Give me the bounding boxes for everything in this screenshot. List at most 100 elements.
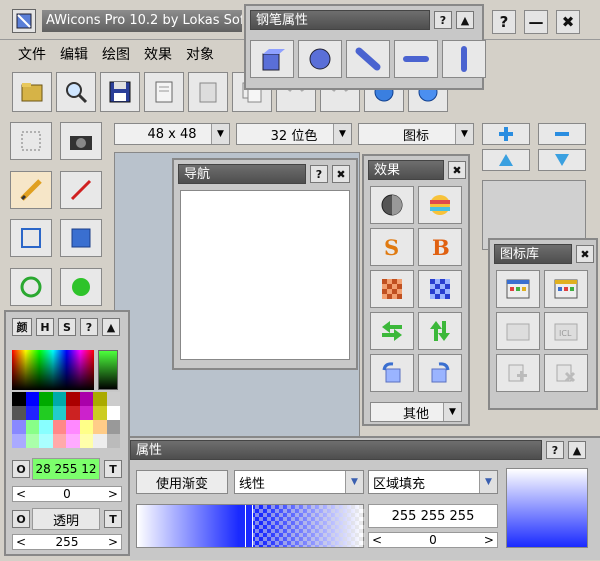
effects-more-combo[interactable]: 其他 ▼: [370, 402, 462, 422]
fill-mode-combo[interactable]: 区域填充 ▼: [368, 470, 498, 494]
color-pin-button[interactable]: ▲: [102, 318, 120, 336]
spin-right-icon[interactable]: >: [484, 533, 494, 547]
library-close-button[interactable]: ✖: [576, 245, 594, 263]
effect-bold-text-button[interactable]: B: [418, 228, 462, 266]
pen-cube-button[interactable]: [250, 40, 294, 78]
effect-checker-orange-button[interactable]: [370, 270, 414, 308]
help-button[interactable]: ?: [492, 10, 516, 34]
library-new-button[interactable]: [544, 270, 588, 308]
library-add-button[interactable]: [496, 354, 540, 392]
effect-swap-horizontal-button[interactable]: [370, 312, 414, 350]
fill-rgb-field[interactable]: 255 255 255: [368, 504, 498, 528]
swatch[interactable]: [39, 420, 53, 434]
hue-tab[interactable]: H: [36, 318, 54, 336]
pencil-tool[interactable]: [10, 170, 52, 209]
swatch[interactable]: [106, 434, 120, 448]
pen-horizontal-button[interactable]: [394, 40, 438, 78]
menu-effects[interactable]: 效果: [144, 44, 172, 64]
spin-right-icon[interactable]: >: [108, 535, 118, 549]
fill-pin-button[interactable]: ▲: [568, 441, 586, 459]
brightness-slider[interactable]: [98, 350, 118, 390]
swatch[interactable]: [12, 420, 26, 434]
swatch[interactable]: [12, 434, 26, 448]
swatch[interactable]: [12, 392, 26, 406]
color-spin-1[interactable]: <0 >: [12, 486, 122, 502]
fill-spin[interactable]: <0 >: [368, 532, 498, 548]
kind-combo[interactable]: 图标 ▼: [358, 123, 474, 145]
swatch[interactable]: [93, 406, 107, 420]
pen-vertical-button[interactable]: [442, 40, 486, 78]
new-icon-button[interactable]: [144, 72, 184, 112]
swatch[interactable]: [25, 434, 39, 448]
spectrum-picker[interactable]: [12, 350, 94, 390]
alpha-o-button[interactable]: O: [12, 510, 30, 528]
remove-button[interactable]: [538, 123, 586, 145]
effect-checker-blue-button[interactable]: [418, 270, 462, 308]
close-button[interactable]: ✖: [556, 10, 580, 34]
swatch[interactable]: [39, 406, 53, 420]
swatch[interactable]: [106, 420, 120, 434]
spin-left-icon[interactable]: <: [16, 487, 26, 501]
swatch[interactable]: [66, 434, 80, 448]
camera-tool[interactable]: [60, 122, 102, 160]
pen-diagonal-button[interactable]: [346, 40, 390, 78]
effect-rotate-left-button[interactable]: [370, 354, 414, 392]
swatch[interactable]: [52, 406, 66, 420]
menu-file[interactable]: 文件: [18, 44, 46, 64]
zoom-button[interactable]: [56, 72, 96, 112]
move-up-button[interactable]: [482, 149, 530, 171]
swatch[interactable]: [106, 406, 120, 420]
swatch[interactable]: [79, 434, 93, 448]
menu-object[interactable]: 对象: [186, 44, 214, 64]
swatch[interactable]: [39, 434, 53, 448]
effects-close-button[interactable]: ✖: [448, 161, 466, 179]
fill-help-button[interactable]: ?: [546, 441, 564, 459]
spin-left-icon[interactable]: <: [16, 535, 26, 549]
add-button[interactable]: [482, 123, 530, 145]
color-help-button[interactable]: ?: [80, 318, 98, 336]
effect-rainbow-button[interactable]: [418, 186, 462, 224]
saturation-tab[interactable]: S: [58, 318, 76, 336]
swatch[interactable]: [52, 434, 66, 448]
library-icl-button[interactable]: ICL: [544, 312, 588, 350]
save-button[interactable]: [100, 72, 140, 112]
swatch[interactable]: [25, 406, 39, 420]
pen-pin-button[interactable]: ▲: [456, 11, 474, 29]
transparent-field[interactable]: 透明: [32, 508, 100, 530]
swatch[interactable]: [106, 392, 120, 406]
gradient-stop-handle[interactable]: [245, 505, 253, 547]
gradient-strip[interactable]: [136, 504, 365, 548]
swatch[interactable]: [25, 420, 39, 434]
library-delete-button[interactable]: [544, 354, 588, 392]
depth-combo[interactable]: 32 位色 ▼: [236, 123, 352, 145]
swatch[interactable]: [93, 420, 107, 434]
gradient-type-combo[interactable]: 线性 ▼: [234, 470, 364, 494]
select-tool[interactable]: [10, 122, 52, 160]
filled-rectangle-tool[interactable]: [60, 219, 102, 257]
spin-left-icon[interactable]: <: [372, 533, 382, 547]
library-open-button[interactable]: [496, 270, 540, 308]
swatch[interactable]: [79, 392, 93, 406]
pen-sphere-button[interactable]: [298, 40, 342, 78]
ellipse-tool[interactable]: [10, 267, 52, 306]
color-spin-2[interactable]: <255 >: [12, 534, 122, 550]
swatch[interactable]: [93, 434, 107, 448]
spin-right-icon[interactable]: >: [108, 487, 118, 501]
color-t-button[interactable]: T: [104, 460, 122, 478]
swatch[interactable]: [66, 420, 80, 434]
line-tool[interactable]: [60, 170, 102, 209]
swatch[interactable]: [25, 392, 39, 406]
paste-button[interactable]: [188, 72, 228, 112]
swatch[interactable]: [79, 420, 93, 434]
use-gradient-button[interactable]: 使用渐变: [136, 470, 228, 494]
nav-close-button[interactable]: ✖: [332, 165, 350, 183]
move-down-button[interactable]: [538, 149, 586, 171]
size-combo[interactable]: 48 x 48 ▼: [114, 123, 230, 145]
swatch[interactable]: [66, 392, 80, 406]
swatch[interactable]: [52, 392, 66, 406]
effect-rotate-right-button[interactable]: [418, 354, 462, 392]
alpha-t-button[interactable]: T: [104, 510, 122, 528]
swatch[interactable]: [52, 420, 66, 434]
effect-emboss-button[interactable]: [370, 186, 414, 224]
color-tab[interactable]: 颜: [12, 318, 32, 336]
